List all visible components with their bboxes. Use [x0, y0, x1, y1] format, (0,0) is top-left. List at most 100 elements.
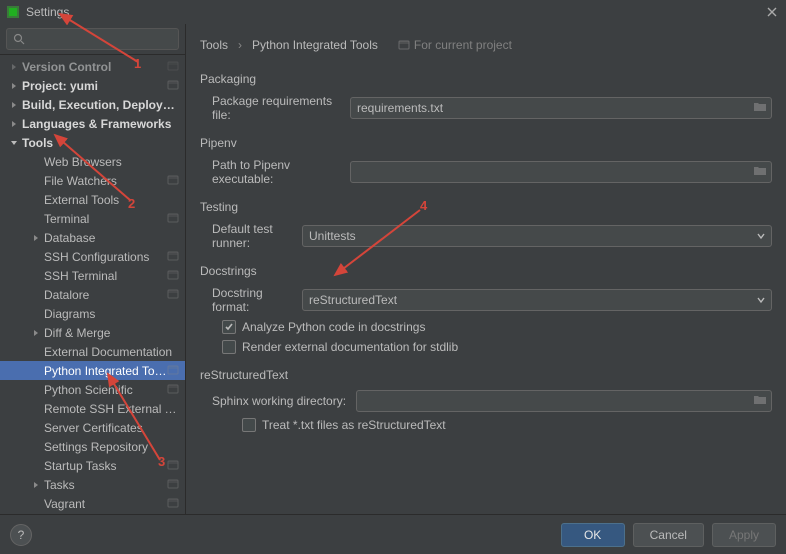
tree-item-build-execution-deployment[interactable]: Build, Execution, Deployment [0, 95, 185, 114]
label-pipenv-path: Path to Pipenv executable: [200, 158, 350, 186]
tree-item-tools[interactable]: Tools [0, 133, 185, 152]
content-panel: Tools › Python Integrated Tools For curr… [186, 24, 786, 514]
cancel-button[interactable]: Cancel [633, 523, 704, 547]
tree-item-terminal[interactable]: Terminal [0, 209, 185, 228]
breadcrumb: Tools › Python Integrated Tools For curr… [200, 32, 772, 58]
tree-arrow-icon [8, 118, 20, 130]
label-docstring-format: Docstring format: [200, 286, 302, 314]
tree-item-label: Terminal [44, 212, 167, 226]
tree-item-server-certificates[interactable]: Server Certificates [0, 418, 185, 437]
tree-item-label: Database [44, 231, 181, 245]
section-rst: reStructuredText Sphinx working director… [200, 368, 772, 432]
tree-item-diff-merge[interactable]: Diff & Merge [0, 323, 185, 342]
tree-item-ssh-terminal[interactable]: SSH Terminal [0, 266, 185, 285]
section-title-pipenv: Pipenv [200, 136, 772, 150]
tree-arrow-icon [30, 346, 42, 358]
folder-icon[interactable] [753, 101, 767, 116]
folder-icon[interactable] [753, 165, 767, 180]
ok-button[interactable]: OK [561, 523, 625, 547]
checkbox-treat-txt[interactable]: Treat *.txt files as reStructuredText [200, 418, 772, 432]
tree-arrow-icon [30, 498, 42, 510]
project-scope-icon [167, 269, 181, 283]
row-docstring-format: Docstring format: reStructuredText [200, 286, 772, 314]
tree-arrow-icon [30, 270, 42, 282]
tree-item-vagrant[interactable]: Vagrant [0, 494, 185, 513]
tree-item-startup-tasks[interactable]: Startup Tasks [0, 456, 185, 475]
tree-item-ssh-configurations[interactable]: SSH Configurations [0, 247, 185, 266]
section-docstrings: Docstrings Docstring format: reStructure… [200, 264, 772, 354]
tree-item-file-watchers[interactable]: File Watchers [0, 171, 185, 190]
tree-item-label: SSH Configurations [44, 250, 167, 264]
row-pipenv-path: Path to Pipenv executable: [200, 158, 772, 186]
tree-item-settings-repository[interactable]: Settings Repository [0, 437, 185, 456]
folder-icon[interactable] [753, 394, 767, 409]
tree-arrow-icon [8, 80, 20, 92]
input-sphinx-dir[interactable] [356, 390, 772, 412]
titlebar: Settings [0, 0, 786, 24]
tree-item-label: Server Certificates [44, 421, 181, 435]
tree-item-languages-frameworks[interactable]: Languages & Frameworks [0, 114, 185, 133]
tree-arrow-icon [30, 327, 42, 339]
tree-arrow-icon [30, 251, 42, 263]
section-testing: Testing Default test runner: Unittests [200, 200, 772, 250]
tree-item-label: Tasks [44, 478, 167, 492]
tree-arrow-icon [30, 194, 42, 206]
breadcrumb-pit: Python Integrated Tools [252, 38, 378, 52]
project-scope-icon [167, 364, 181, 378]
main-area: Version Control Project: yumiBuild, Execu… [0, 24, 786, 514]
settings-tree: Version Control Project: yumiBuild, Execu… [0, 55, 185, 514]
tree-item-remote-ssh-external-tools[interactable]: Remote SSH External Tools [0, 399, 185, 418]
section-packaging: Packaging Package requirements file: req… [200, 72, 772, 122]
label-test-runner: Default test runner: [200, 222, 302, 250]
tree-arrow-icon [30, 175, 42, 187]
tree-item-web-browsers[interactable]: Web Browsers [0, 152, 185, 171]
input-pipenv-path[interactable] [350, 161, 772, 183]
checkbox-icon [222, 340, 236, 354]
project-scope-icon [167, 383, 181, 397]
tree-item-python-integrated-tools[interactable]: Python Integrated Tools [0, 361, 185, 380]
tree-item-external-tools[interactable]: External Tools [0, 190, 185, 209]
tree-item-datalore[interactable]: Datalore [0, 285, 185, 304]
window-title: Settings [26, 5, 69, 19]
section-title-docstrings: Docstrings [200, 264, 772, 278]
sidebar: Version Control Project: yumiBuild, Execu… [0, 24, 186, 514]
tree-item-label: File Watchers [44, 174, 167, 188]
help-button[interactable]: ? [10, 524, 32, 546]
section-pipenv: Pipenv Path to Pipenv executable: [200, 136, 772, 186]
row-test-runner: Default test runner: Unittests [200, 222, 772, 250]
tree-item-tasks[interactable]: Tasks [0, 475, 185, 494]
tree-arrow-icon [30, 479, 42, 491]
tree-item-external-documentation[interactable]: External Documentation [0, 342, 185, 361]
tree-arrow-icon [30, 384, 42, 396]
tree-item-version-control[interactable]: Version Control [0, 57, 185, 76]
select-test-runner[interactable]: Unittests [302, 225, 772, 247]
search-input[interactable] [6, 28, 179, 50]
tree-item-diagrams[interactable]: Diagrams [0, 304, 185, 323]
row-package-req: Package requirements file: requirements.… [200, 94, 772, 122]
input-package-req[interactable]: requirements.txt [350, 97, 772, 119]
breadcrumb-tools[interactable]: Tools [200, 38, 228, 52]
tree-item-label: Diagrams [44, 307, 181, 321]
tree-item-python-scientific[interactable]: Python Scientific [0, 380, 185, 399]
tree-item-project-yumi[interactable]: Project: yumi [0, 76, 185, 95]
search-wrap [0, 24, 185, 55]
select-docstring-format[interactable]: reStructuredText [302, 289, 772, 311]
tree-item-label: Datalore [44, 288, 167, 302]
footer: ? OK Cancel Apply [0, 514, 786, 554]
tree-item-label: Version Control [22, 60, 167, 74]
chevron-down-icon [757, 229, 765, 243]
apply-button[interactable]: Apply [712, 523, 776, 547]
checkbox-render-stdlib[interactable]: Render external documentation for stdlib [200, 340, 772, 354]
tree-arrow-icon [30, 441, 42, 453]
tree-arrow-icon [30, 289, 42, 301]
tree-item-label: SSH Terminal [44, 269, 167, 283]
tree-item-label: External Documentation [44, 345, 181, 359]
label-package-req: Package requirements file: [200, 94, 350, 122]
tree-item-label: Remote SSH External Tools [44, 402, 181, 416]
checkbox-label: Render external documentation for stdlib [242, 340, 458, 354]
section-title-testing: Testing [200, 200, 772, 214]
tree-item-label: Startup Tasks [44, 459, 167, 473]
close-button[interactable] [762, 2, 782, 22]
tree-item-database[interactable]: Database [0, 228, 185, 247]
checkbox-analyze-docstrings[interactable]: Analyze Python code in docstrings [200, 320, 772, 334]
